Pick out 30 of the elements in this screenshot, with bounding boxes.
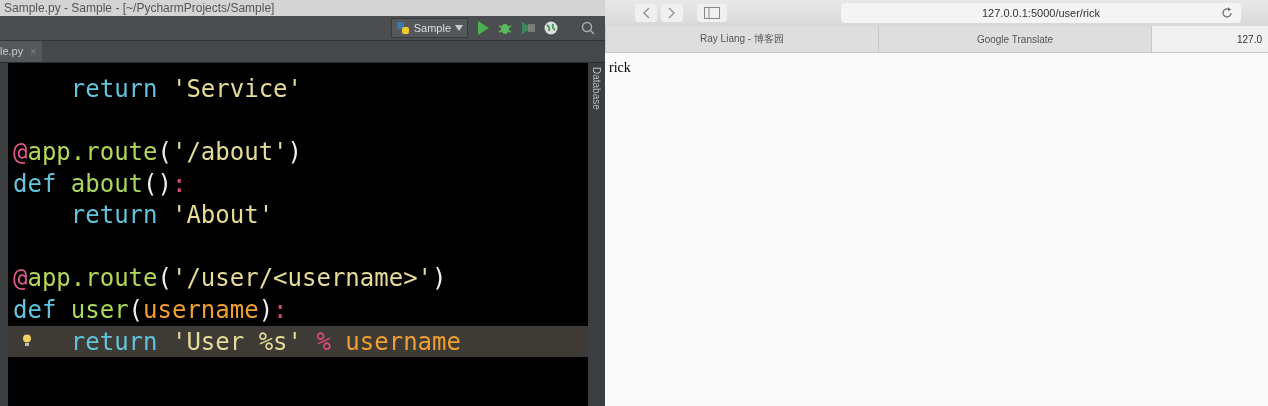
forward-icon <box>668 7 676 19</box>
code-line: return 'Service' <box>70 73 302 104</box>
address-bar[interactable]: 127.0.0.1:5000/user/rick <box>841 3 1241 23</box>
reload-icon[interactable] <box>1221 7 1233 19</box>
snake-logo-icon <box>395 21 410 35</box>
page-text: rick <box>609 60 631 75</box>
search-icon[interactable] <box>581 21 595 35</box>
code-line: @app.route('/about') <box>13 137 302 167</box>
code-line: def user(username): <box>13 294 288 325</box>
code-line: def about(): <box>13 168 187 199</box>
code-line: return 'About' <box>70 200 274 231</box>
coverage-icon[interactable] <box>521 21 535 35</box>
back-icon <box>642 7 650 19</box>
database-tab[interactable]: Database <box>591 67 602 127</box>
browser-tab[interactable]: Ray Liang - 博客园 <box>605 26 878 52</box>
file-tab[interactable]: le.py × <box>0 41 43 62</box>
bug-icon[interactable] <box>498 21 512 35</box>
caret-icon <box>455 25 463 31</box>
run-icon[interactable] <box>477 21 489 35</box>
globe-icon[interactable] <box>544 21 558 35</box>
forward-button[interactable] <box>661 4 683 22</box>
code-line: @app.route('/user/<username>') <box>13 263 447 294</box>
window-title: Sample.py - Sample - [~/PycharmProjects/Sample] <box>0 0 605 16</box>
lightbulb-icon[interactable] <box>22 333 32 346</box>
back-button[interactable] <box>635 4 657 22</box>
browser-tab[interactable]: 127.0 <box>1151 26 1268 52</box>
code-line: return 'User %s' % username <box>70 326 461 357</box>
sidebar-icon <box>704 7 720 19</box>
run-config-dropdown[interactable]: Sample <box>390 18 468 38</box>
sidebar-button[interactable] <box>697 4 727 22</box>
